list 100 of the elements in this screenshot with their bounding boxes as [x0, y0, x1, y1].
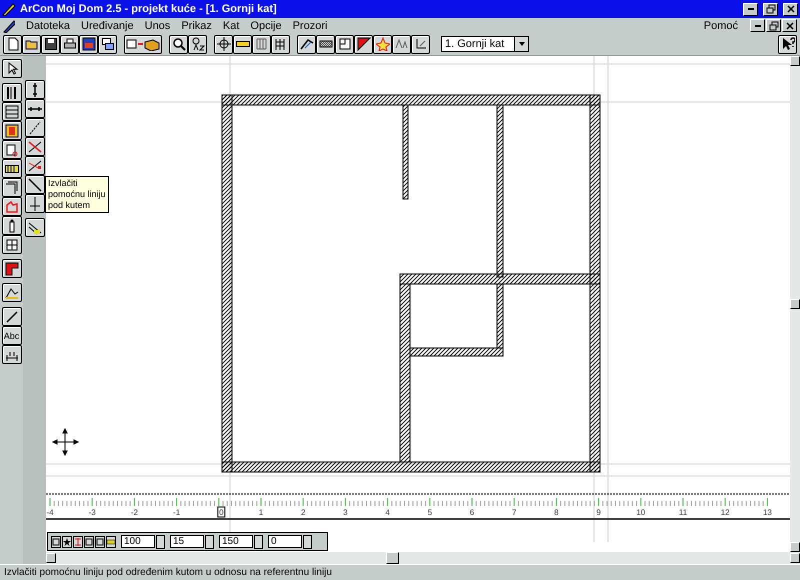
- minimize-button[interactable]: [750, 19, 765, 32]
- vertical-scrollbar[interactable]: [790, 56, 800, 552]
- restore-button[interactable]: [766, 19, 781, 32]
- plan-to-3d-button[interactable]: [124, 34, 162, 54]
- horizontal-line-button[interactable]: [24, 99, 44, 118]
- cross-line-button[interactable]: [24, 194, 44, 213]
- roof-button[interactable]: [297, 34, 316, 54]
- ruler-label: 7: [512, 508, 516, 517]
- small-tool-button[interactable]: [84, 536, 94, 548]
- pointer-button[interactable]: [2, 59, 22, 78]
- crossed-lines-icon: [28, 140, 42, 154]
- flag-button[interactable]: [354, 34, 373, 54]
- line-icon: [4, 310, 18, 324]
- small-tool-button[interactable]: [73, 536, 83, 548]
- save-icon: [44, 37, 58, 51]
- plan-to-3d-icon: [125, 37, 161, 51]
- stairs-button[interactable]: [271, 34, 290, 54]
- square-button[interactable]: [2, 178, 22, 197]
- slanted-line-button[interactable]: [24, 175, 44, 194]
- door-icon: [4, 124, 18, 138]
- star-button[interactable]: [373, 34, 392, 54]
- beam-button[interactable]: [2, 159, 22, 178]
- ruler-label: 2: [300, 508, 306, 517]
- ruler-label: 3: [343, 508, 348, 517]
- cross-line-icon: [28, 196, 42, 210]
- l-shape-button[interactable]: [2, 259, 22, 278]
- floor-dropdown-value: 1. Gornji kat: [445, 38, 504, 50]
- pillar-button[interactable]: [2, 216, 22, 235]
- close-button[interactable]: [783, 2, 798, 16]
- small-tool-button[interactable]: [95, 536, 105, 548]
- ruler-label: -2: [130, 508, 138, 517]
- zoom-text-icon: [190, 37, 204, 51]
- zoom-text-button[interactable]: [188, 34, 207, 54]
- save-button[interactable]: [41, 34, 60, 54]
- floor-dropdown[interactable]: 1. Gornji kat: [441, 36, 529, 52]
- grid-button[interactable]: [252, 34, 271, 54]
- star-icon: [376, 37, 390, 51]
- ruler-label: -4: [46, 508, 54, 517]
- vertical-line-button[interactable]: [24, 80, 44, 99]
- horizontal-line-icon: [28, 106, 42, 110]
- spinner-button[interactable]: [254, 534, 263, 548]
- menu-item[interactable]: Uređivanje: [81, 20, 134, 32]
- ruler-button[interactable]: [233, 34, 252, 54]
- vertical-line-icon: [32, 82, 36, 96]
- value-field[interactable]: 0: [268, 535, 302, 548]
- dimension-button[interactable]: [2, 345, 22, 364]
- hatch-button[interactable]: [316, 34, 335, 54]
- menu-item[interactable]: Unos: [144, 20, 170, 32]
- menu-item[interactable]: Datoteka: [26, 20, 70, 32]
- small-tool-button[interactable]: [62, 536, 72, 548]
- framed-square-button[interactable]: [2, 235, 22, 254]
- picture-icon: [82, 37, 96, 51]
- polygon-button[interactable]: [2, 197, 22, 216]
- small-tool-button[interactable]: [51, 536, 61, 548]
- minimize-button[interactable]: [743, 2, 758, 16]
- value-field[interactable]: 15: [170, 535, 204, 548]
- diagonal-line-button[interactable]: [24, 118, 44, 137]
- small-tool-button[interactable]: [106, 536, 116, 548]
- windows-button[interactable]: [98, 34, 117, 54]
- pencil-icon: [3, 18, 15, 32]
- menu-item[interactable]: Prozori: [292, 20, 328, 32]
- crossed-lines-button[interactable]: [24, 137, 44, 156]
- spinner-button[interactable]: [303, 534, 312, 548]
- room-button[interactable]: [2, 140, 22, 159]
- value-field[interactable]: 100: [121, 535, 155, 548]
- print-button[interactable]: [60, 34, 79, 54]
- menu-item[interactable]: Kat: [222, 20, 240, 32]
- horizontal-scrollbar[interactable]: [46, 552, 800, 564]
- door-button[interactable]: [2, 121, 22, 140]
- crosshair-button[interactable]: [214, 34, 233, 54]
- new-file-button[interactable]: [3, 34, 22, 54]
- text-tool-button[interactable]: Abc: [2, 326, 22, 345]
- help-menu[interactable]: Pomoć: [704, 20, 738, 32]
- parallel-lines-button[interactable]: [24, 218, 44, 237]
- angled-lines-button[interactable]: [24, 156, 44, 175]
- room-icon: [4, 142, 18, 156]
- wall-window-button[interactable]: [2, 102, 22, 121]
- room-corner-icon: [338, 37, 352, 51]
- spinner-button[interactable]: [205, 534, 214, 548]
- ruler-label: 9: [596, 508, 601, 517]
- picture-button[interactable]: [79, 34, 98, 54]
- grid-icon: [254, 37, 268, 51]
- menu-item[interactable]: Prikaz: [181, 20, 212, 32]
- ruler-label: 5: [428, 508, 432, 517]
- value-field[interactable]: 150: [219, 535, 253, 548]
- terrain-button[interactable]: [2, 283, 22, 302]
- context-help-button[interactable]: [778, 34, 797, 54]
- ruler-label: 13: [762, 508, 772, 517]
- menu-item[interactable]: Opcije: [250, 20, 282, 32]
- room-corner-button[interactable]: [335, 34, 354, 54]
- open-folder-button[interactable]: [22, 34, 41, 54]
- magnifier-button[interactable]: [169, 34, 188, 54]
- wall-button[interactable]: [2, 83, 22, 102]
- spinner-button[interactable]: [156, 534, 165, 548]
- line-button[interactable]: [2, 307, 22, 326]
- minimize-icon: [748, 8, 754, 10]
- close-button[interactable]: [782, 19, 797, 32]
- restore-button[interactable]: [763, 2, 778, 16]
- caret-icon: [518, 40, 526, 48]
- pencil-icon: [2, 2, 16, 16]
